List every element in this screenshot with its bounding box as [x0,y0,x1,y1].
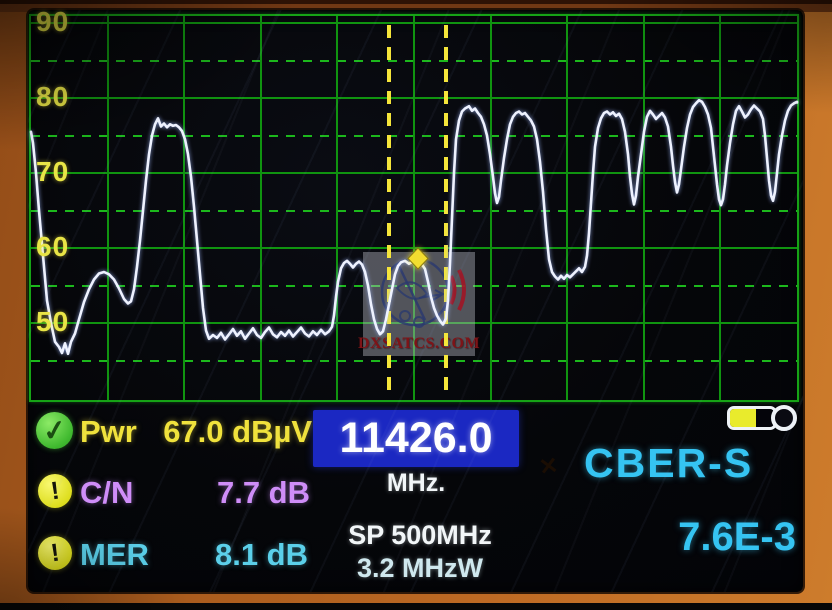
spectrum-trace-svg [31,16,797,400]
cn-label: C/N [80,475,133,511]
cber-cross-icon: ✕ [532,449,566,483]
span-readout: SP 500MHz [330,520,510,551]
marker-diamond-icon [408,248,428,269]
spectrum-plot: 9080706050 DXSATCS.COM [29,14,799,402]
battery-body [727,406,777,430]
battery-terminal [771,405,797,431]
y-axis-label: 80 [36,81,96,111]
cn-warning-icon: ! [38,474,72,508]
cber-value: 7.6E-3 [650,515,796,560]
frequency-display: 11426.0 [313,410,519,467]
y-axis-label: 70 [36,156,96,186]
frequency-value: 11426.0 [339,414,492,463]
photo-bottom-edge [0,603,832,610]
battery-fill [730,409,756,427]
y-axis-label: 90 [36,6,96,36]
pwr-value: 67.0 dBµV [140,414,312,450]
frequency-unit: MHz. [313,469,519,498]
battery-icon [727,404,797,432]
cn-value: 7.7 dB [140,475,310,511]
pwr-label: Pwr [80,414,137,450]
mer-value: 8.1 dB [140,537,308,573]
plot-grid-area: 9080706050 DXSATCS.COM [31,16,797,400]
cber-label: CBER-S [584,440,753,487]
mer-label: MER [80,537,149,573]
y-axis-label: 60 [36,231,96,261]
mer-warning-icon: ! [38,536,72,570]
y-axis-label: 50 [36,306,96,336]
spectrum-trace [31,100,797,354]
bandwidth-readout: 3.2 MHzW [330,553,510,584]
pwr-ok-check-icon: ✓ [36,412,73,449]
